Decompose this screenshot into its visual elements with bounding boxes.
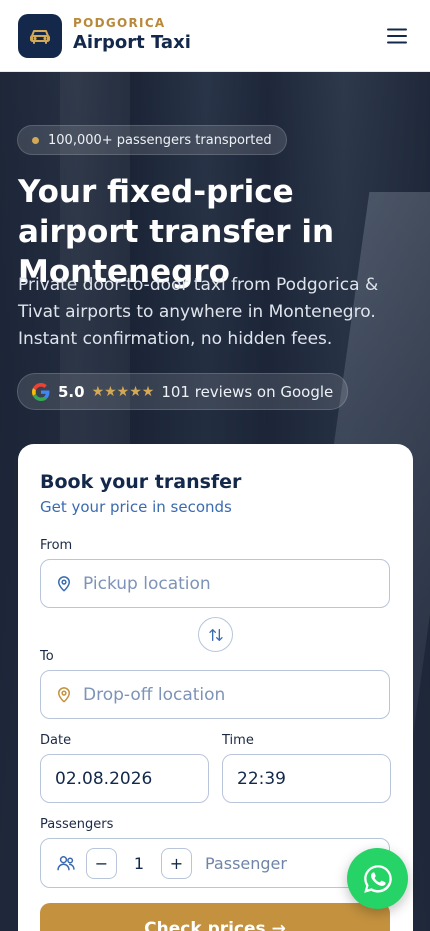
review-count: 101 reviews on Google bbox=[161, 382, 334, 401]
google-icon bbox=[32, 382, 50, 401]
passengers-badge: 100,000+ passengers transported bbox=[17, 125, 287, 155]
location-pin-icon bbox=[58, 575, 70, 591]
menu-button[interactable] bbox=[382, 21, 412, 51]
time-field[interactable]: 22:39 bbox=[222, 754, 391, 803]
decrease-passengers-button[interactable]: − bbox=[86, 847, 117, 879]
dropoff-field[interactable]: Drop-off location bbox=[40, 670, 390, 719]
booking-subtitle: Get your price in seconds bbox=[40, 498, 232, 516]
passenger-unit: Passenger bbox=[205, 853, 287, 873]
passengers-stepper: − 1 + Passenger bbox=[40, 838, 390, 888]
whatsapp-button[interactable] bbox=[347, 848, 408, 909]
brand[interactable]: PODGORICA Airport Taxi bbox=[73, 16, 191, 55]
date-label: Date bbox=[40, 733, 72, 748]
whatsapp-icon bbox=[363, 864, 392, 893]
increase-passengers-button[interactable]: + bbox=[161, 847, 192, 879]
badge-text: 100,000+ passengers transported bbox=[48, 132, 272, 148]
passenger-count: 1 bbox=[133, 853, 145, 873]
swap-icon bbox=[208, 628, 223, 641]
swap-locations-button[interactable] bbox=[198, 617, 233, 652]
to-label: To bbox=[40, 649, 54, 664]
time-value: 22:39 bbox=[237, 768, 286, 789]
time-label: Time bbox=[222, 733, 254, 748]
brand-city: PODGORICA bbox=[73, 16, 166, 30]
hamburger-icon bbox=[387, 28, 407, 43]
site-header: PODGORICA Airport Taxi bbox=[0, 0, 430, 72]
google-reviews-badge[interactable]: 5.0 ★★★★★ 101 reviews on Google bbox=[17, 373, 349, 410]
passengers-label: Passengers bbox=[40, 817, 114, 832]
hero-subtitle: Private door-to-door taxi from Podgorica… bbox=[18, 275, 379, 349]
star-icons: ★★★★★ bbox=[91, 383, 155, 400]
pickup-field[interactable]: Pickup location bbox=[40, 559, 390, 608]
date-value: 02.08.2026 bbox=[55, 768, 153, 789]
users-icon bbox=[57, 856, 75, 871]
pickup-placeholder: Pickup location bbox=[83, 573, 211, 594]
badge-dot bbox=[32, 136, 39, 144]
from-label: From bbox=[40, 538, 73, 553]
car-icon bbox=[30, 29, 50, 44]
booking-title: Book your transfer bbox=[40, 471, 242, 493]
date-field[interactable]: 02.08.2026 bbox=[40, 754, 209, 803]
check-prices-button[interactable]: Check prices → bbox=[40, 903, 390, 931]
dropoff-placeholder: Drop-off location bbox=[83, 684, 226, 705]
review-rating: 5.0 bbox=[58, 382, 85, 401]
hero-section: 100,000+ passengers transported Your fix… bbox=[0, 72, 430, 931]
logo[interactable] bbox=[18, 13, 62, 58]
location-pin-icon bbox=[58, 686, 70, 702]
brand-name: Airport Taxi bbox=[73, 32, 191, 53]
